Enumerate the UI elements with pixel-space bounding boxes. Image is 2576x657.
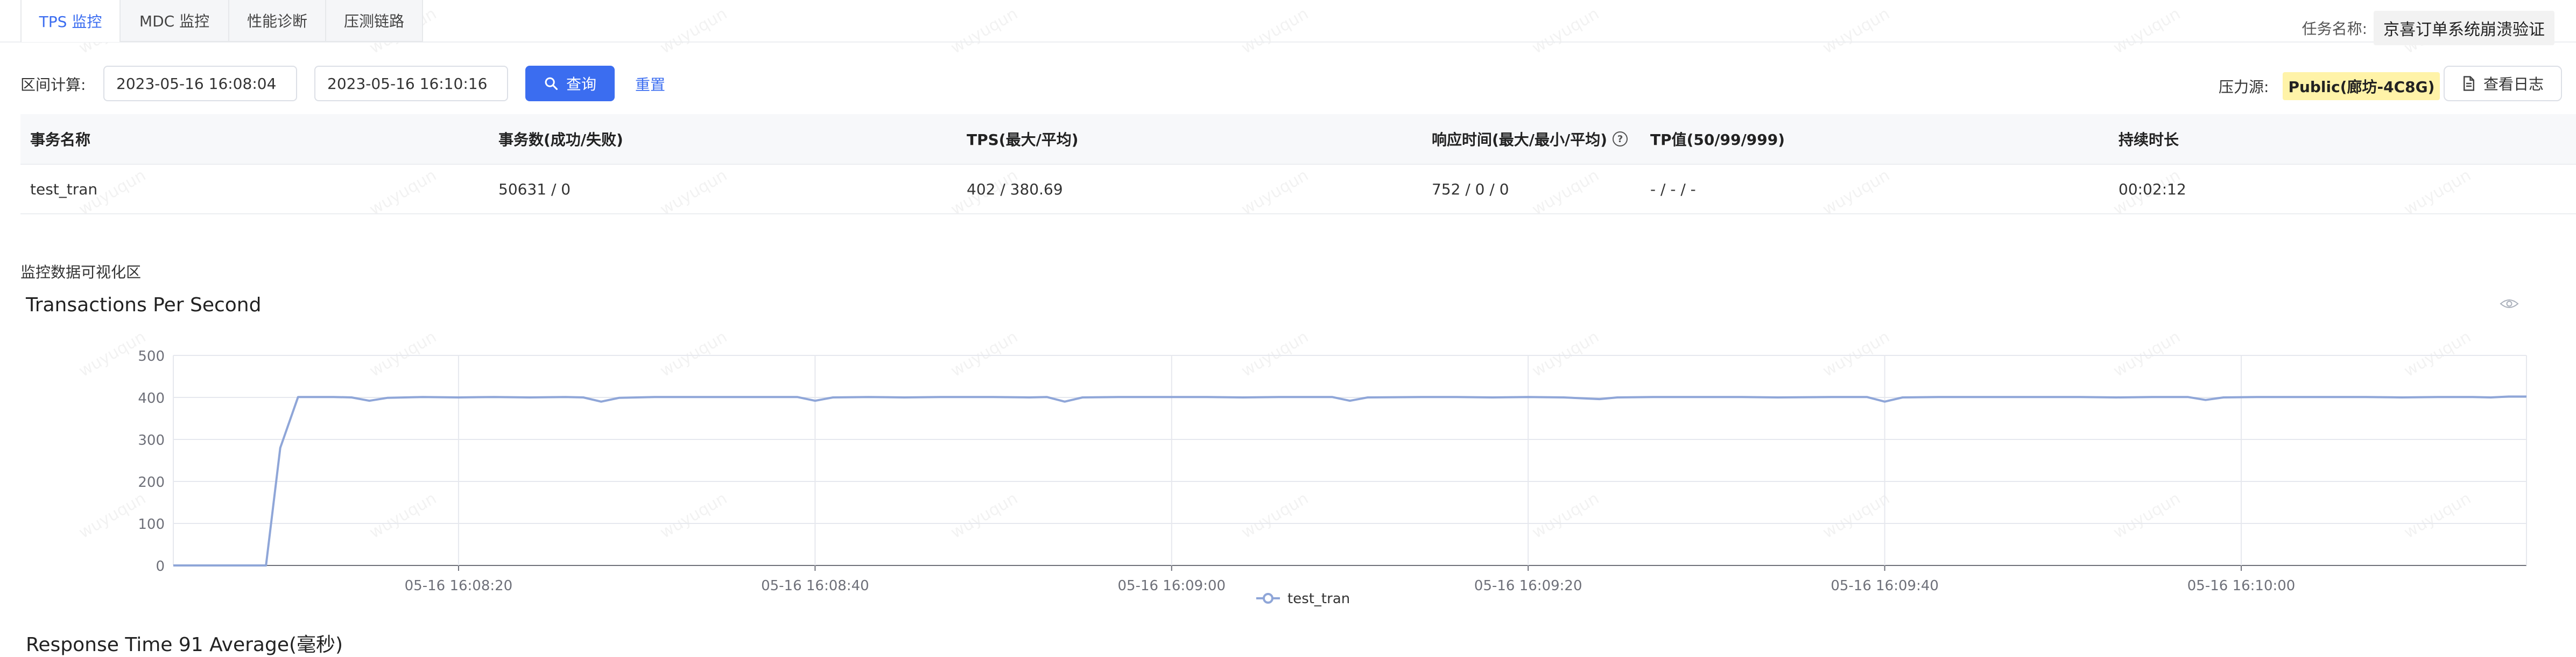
task-name-value: 京喜订单系统崩溃验证 — [2374, 11, 2554, 45]
table-row: test_tran 50631 / 0 402 / 380.69 752 / 0… — [20, 165, 2576, 214]
eye-icon[interactable] — [2500, 297, 2519, 310]
x-tick-label: 05-16 16:08:40 — [761, 578, 869, 594]
pressure-source-label: 压力源: — [2219, 78, 2269, 96]
header-transaction-name: 事务名称 — [30, 131, 91, 149]
tps-chart: 0 100 200 300 400 500 05-16 16:08:20 05-16 16:… — [138, 348, 2527, 607]
search-icon — [545, 77, 558, 90]
y-tick-label: 100 — [138, 516, 165, 533]
task-name-label: 任务名称: — [2301, 20, 2367, 38]
header-duration: 持续时长 — [2118, 131, 2179, 149]
cell-tp-values: - / - / - — [1650, 180, 1696, 198]
legend-label[interactable]: test_tran — [1287, 591, 1350, 607]
tab-performance-diagnosis[interactable]: 性能诊断 — [228, 0, 326, 42]
header-tp-values: TP值(50/99/999) — [1650, 131, 1785, 149]
view-log-button[interactable]: 查看日志 — [2444, 66, 2562, 101]
pressure-source-value: Public(廊坊-4C8G) — [2283, 72, 2440, 100]
cell-transaction-name: test_tran — [30, 180, 98, 198]
cell-duration: 00:02:12 — [2118, 180, 2186, 198]
watermark-text: wuyuqun — [2110, 4, 2184, 58]
help-icon[interactable]: ? — [1613, 131, 1628, 146]
transaction-table: 事务名称 事务数(成功/失败) TPS(最大/平均) 响应时间(最大/最小/平均… — [20, 114, 2576, 214]
document-icon — [2463, 76, 2474, 91]
x-tick-label: 05-16 16:08:20 — [405, 578, 513, 594]
view-log-label: 查看日志 — [2483, 75, 2544, 93]
header-response-time-label: 响应时间(最大/最小/平均) — [1432, 131, 1608, 149]
y-tick-label: 400 — [138, 390, 165, 407]
chart-y-ticks: 0 100 200 300 400 500 — [138, 348, 165, 575]
x-tick-label: 05-16 16:09:20 — [1474, 578, 1582, 594]
x-tick-label: 05-16 16:09:40 — [1831, 578, 1939, 594]
watermark-text: wuyuqun — [1819, 4, 1893, 58]
watermark-text: wuyuqun — [1529, 4, 1602, 58]
header-transaction-count: 事务数(成功/失败) — [498, 131, 623, 149]
end-time-input[interactable]: 2023-05-16 16:10:16 — [314, 66, 508, 101]
query-button-label: 查询 — [566, 75, 596, 93]
query-button[interactable]: 查询 — [525, 66, 615, 101]
chart-legend[interactable]: test_tran — [1256, 591, 1350, 607]
task-info: 任务名称: 京喜订单系统崩溃验证 — [2302, 11, 2554, 45]
y-tick-label: 500 — [138, 348, 165, 365]
x-tick-label: 05-16 16:09:00 — [1117, 578, 1226, 594]
cell-transaction-count: 50631 / 0 — [498, 180, 571, 198]
y-tick-label: 300 — [138, 432, 165, 449]
watermark-text: wuyuqun — [947, 4, 1021, 58]
cell-response-time: 752 / 0 / 0 — [1432, 180, 1509, 198]
watermark-text: wuyuqun — [1238, 4, 1312, 58]
watermark-text: wuyuqun — [657, 4, 730, 58]
header-response-time: 响应时间(最大/最小/平均) ? — [1432, 114, 1628, 164]
header-tps: TPS(最大/平均) — [967, 131, 1079, 149]
tab-tps-monitor[interactable]: TPS 监控 — [20, 0, 121, 42]
y-tick-label: 200 — [138, 474, 165, 491]
legend-marker — [1263, 593, 1273, 604]
end-time-value: 2023-05-16 16:10:16 — [327, 74, 488, 93]
next-chart-title: Response Time 91 Average(毫秒) — [26, 634, 343, 656]
range-label: 区间计算: — [20, 76, 86, 94]
y-tick-label: 0 — [156, 558, 165, 575]
tab-mdc-monitor[interactable]: MDC 监控 — [119, 0, 229, 42]
start-time-input[interactable]: 2023-05-16 16:08:04 — [103, 66, 297, 101]
x-tick-label: 05-16 16:10:00 — [2187, 578, 2296, 594]
tab-pressure-chain[interactable]: 压测链路 — [325, 0, 423, 42]
chart-title: Transactions Per Second — [26, 294, 262, 316]
visualization-section-title: 监控数据可视化区 — [20, 263, 142, 281]
reset-link[interactable]: 重置 — [635, 73, 665, 95]
chart-grid — [173, 355, 2527, 571]
pressure-source-info: 压力源: Public(廊坊-4C8G) — [2219, 72, 2440, 100]
start-time-value: 2023-05-16 16:08:04 — [116, 74, 277, 93]
cell-tps: 402 / 380.69 — [967, 180, 1063, 198]
table-header: 事务名称 事务数(成功/失败) TPS(最大/平均) 响应时间(最大/最小/平均… — [20, 114, 2576, 165]
